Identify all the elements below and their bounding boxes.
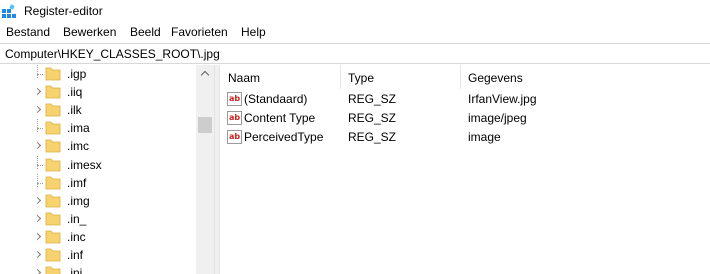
column-header-type[interactable]: Type <box>341 65 461 89</box>
folder-icon <box>45 266 61 274</box>
folder-icon <box>45 230 61 244</box>
tree-item-label[interactable]: .in_ <box>67 212 86 226</box>
tree-connector <box>33 155 43 170</box>
tree-item-label[interactable]: .ilk <box>67 103 82 117</box>
column-header-data[interactable]: Gegevens <box>461 65 710 89</box>
value-name: PerceivedType <box>244 130 324 144</box>
registry-editor-app-icon <box>2 4 16 18</box>
value-type: REG_SZ <box>348 111 397 125</box>
tree-item[interactable]: .inf <box>0 246 196 264</box>
folder-icon <box>45 67 61 81</box>
tree-item[interactable]: .img <box>0 192 196 210</box>
tree-item-label[interactable]: .imc <box>67 139 89 153</box>
tree-item-label[interactable]: .inf <box>67 248 83 262</box>
tree-item-label[interactable]: .ini <box>67 266 82 274</box>
expand-chevron-icon[interactable] <box>33 105 43 115</box>
tree-item[interactable]: .ima <box>0 119 196 137</box>
folder-icon <box>45 103 61 117</box>
expand-chevron-icon[interactable] <box>33 232 43 242</box>
tree-item[interactable]: .ilk <box>0 101 196 119</box>
tree-connector <box>33 119 43 133</box>
tree-item[interactable]: .imesx <box>0 155 196 174</box>
string-value-icon: ab <box>227 111 242 125</box>
value-row[interactable]: ab Content Type REG_SZ image/jpeg <box>220 109 710 128</box>
menu-bestand[interactable]: Bestand <box>6 25 50 39</box>
expand-chevron-icon[interactable] <box>33 87 43 97</box>
menu-beeld[interactable]: Beeld <box>130 25 161 39</box>
value-name: (Standaard) <box>244 92 308 106</box>
folder-icon <box>45 248 61 262</box>
tree-item-label[interactable]: .imf <box>67 176 86 190</box>
tree-scrollbar[interactable] <box>196 65 214 274</box>
tree-item[interactable]: .ini <box>0 264 196 274</box>
menu-help[interactable]: Help <box>241 25 266 39</box>
menu-bewerken[interactable]: Bewerken <box>63 25 116 39</box>
tree-item-label[interactable]: .img <box>67 194 90 208</box>
tree-item-label[interactable]: .ima <box>67 121 90 135</box>
tree-item-label[interactable]: .imesx <box>67 158 102 172</box>
column-header-name[interactable]: Naam <box>220 65 341 89</box>
value-data: IrfanView.jpg <box>468 92 537 106</box>
folder-icon <box>45 212 61 226</box>
expand-chevron-icon[interactable] <box>33 141 43 151</box>
menu-favorieten[interactable]: Favorieten <box>171 25 228 39</box>
title-bar: Register-editor <box>0 0 710 22</box>
value-data: image <box>468 130 501 144</box>
string-value-icon: ab <box>227 130 242 144</box>
window-title: Register-editor <box>24 4 103 18</box>
scroll-thumb[interactable] <box>198 117 212 133</box>
folder-icon <box>45 139 61 153</box>
tree-item-label[interactable]: .igp <box>67 67 86 81</box>
address-path[interactable]: Computer\HKEY_CLASSES_ROOT\.jpg <box>5 47 220 61</box>
expand-chevron-icon[interactable] <box>33 196 43 206</box>
tree-item[interactable]: .in_ <box>0 210 196 228</box>
tree-item[interactable]: .igp <box>0 65 196 83</box>
registry-tree[interactable]: .igp .iiq .ilk .ima .imc .imesx .imf .img .in_ .i… <box>0 65 214 274</box>
value-row[interactable]: ab (Standaard) REG_SZ IrfanView.jpg <box>220 90 710 109</box>
value-data: image/jpeg <box>468 111 527 125</box>
tree-item[interactable]: .imc <box>0 137 196 155</box>
expand-chevron-icon[interactable] <box>33 250 43 260</box>
values-list[interactable]: Naam Type Gegevens ab (Standaard) REG_SZ Ir… <box>220 65 710 274</box>
tree-item[interactable]: .iiq <box>0 83 196 101</box>
value-row[interactable]: ab PerceivedType REG_SZ image <box>220 128 710 147</box>
address-bar[interactable]: Computer\HKEY_CLASSES_ROOT\.jpg <box>0 43 710 64</box>
scroll-up-arrow-icon[interactable] <box>196 65 214 82</box>
folder-icon <box>45 121 61 135</box>
tree-item-label[interactable]: .inc <box>67 230 86 244</box>
menu-bar: Bestand Bewerken Beeld Favorieten Help <box>0 22 710 42</box>
expand-chevron-icon[interactable] <box>33 268 43 274</box>
folder-icon <box>45 194 61 208</box>
value-name: Content Type <box>244 111 316 125</box>
expand-chevron-icon[interactable] <box>33 214 43 224</box>
value-type: REG_SZ <box>348 130 397 144</box>
tree-item[interactable]: .imf <box>0 173 196 192</box>
folder-icon <box>45 85 61 99</box>
folder-icon <box>45 176 61 189</box>
folder-icon <box>45 158 61 171</box>
tree-connector <box>33 65 43 79</box>
tree-item[interactable]: .inc <box>0 228 196 246</box>
value-type: REG_SZ <box>348 92 397 106</box>
tree-item-label[interactable]: .iiq <box>67 85 82 99</box>
tree-connector <box>33 173 43 188</box>
string-value-icon: ab <box>227 92 242 106</box>
